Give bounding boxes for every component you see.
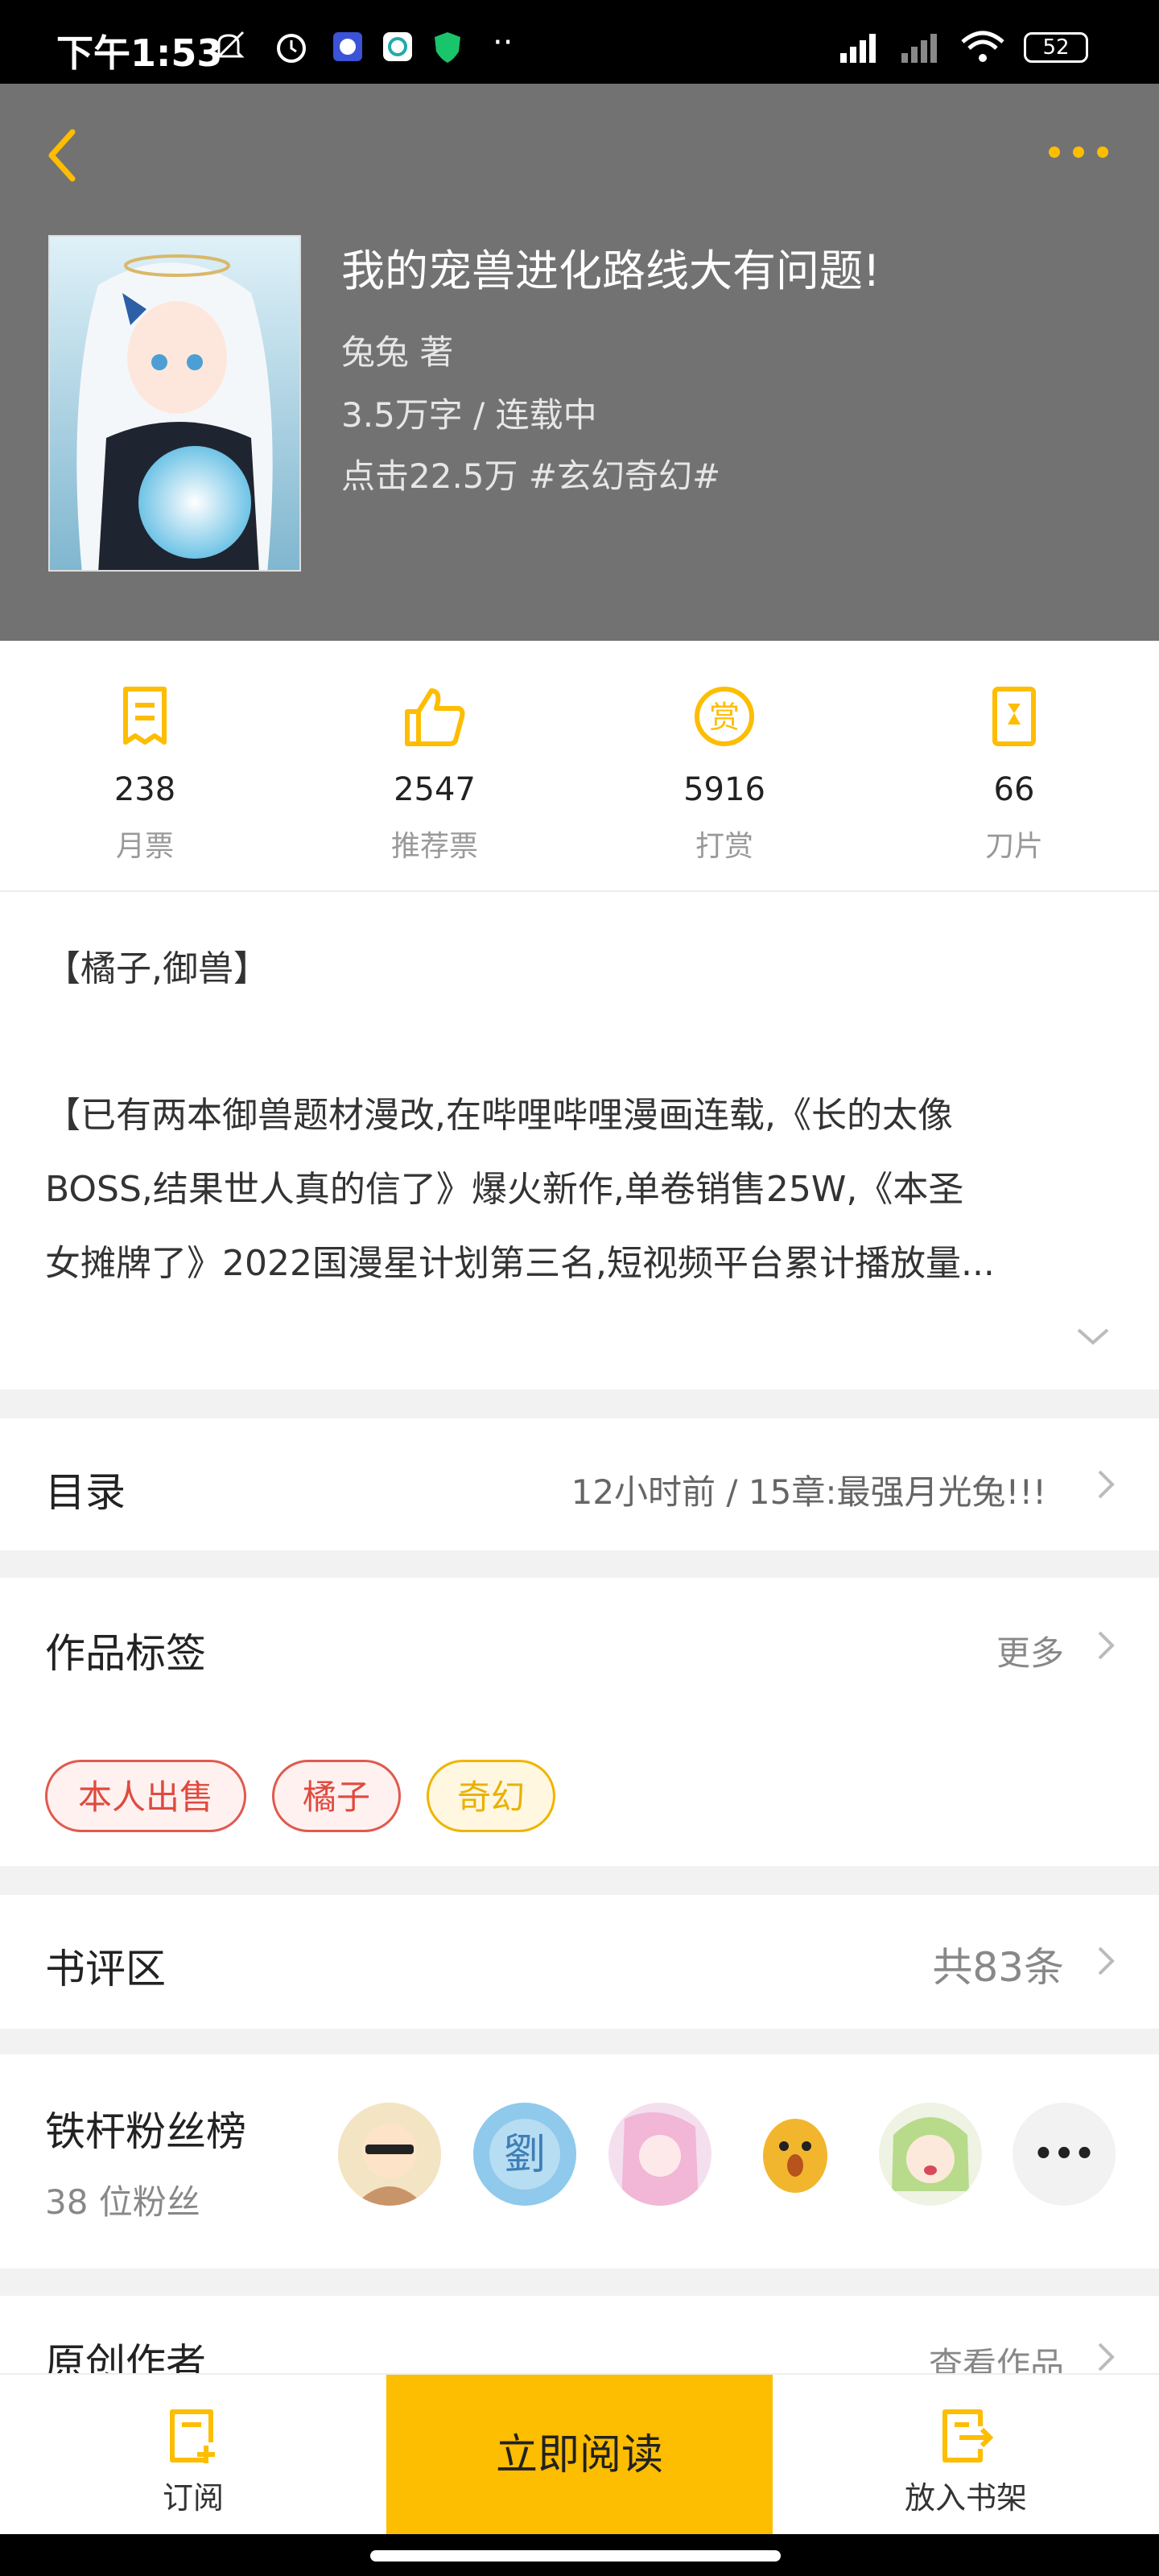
stat-blade[interactable]: 66 刀片 (869, 641, 1159, 890)
signal-weak-icon (895, 29, 948, 64)
stat-value: 2547 (394, 771, 476, 808)
tags-more-link[interactable]: 更多 (996, 1626, 1064, 1675)
reviews-title: 书评区 (45, 1946, 166, 1992)
svg-text:劉: 劉 (504, 2131, 546, 2179)
fan-avatar[interactable] (744, 2103, 847, 2206)
reward-coin-icon: 赏 (695, 687, 754, 746)
chevron-left-icon (48, 129, 76, 182)
book-word-count-status: 3.5万字 / 连载中 (341, 395, 597, 435)
app-notification-icon (380, 29, 415, 64)
more-options-button[interactable] (1046, 140, 1111, 164)
bottom-action-bar: 订阅 立即阅读 放入书架 (0, 2373, 1159, 2536)
avatar-image (608, 2103, 711, 2206)
svg-text:赏: 赏 (709, 700, 740, 735)
book-clicks-genre: 点击22.5万 #玄幻奇幻# (341, 456, 721, 496)
stats-row: 238 月票 2547 推荐票 赏 5916 打赏 66 刀片 (0, 641, 1159, 892)
avatar-image (744, 2103, 847, 2206)
ticket-icon (123, 687, 167, 745)
add-to-shelf-label: 放入书架 (904, 2480, 1027, 2516)
reviews-section[interactable]: 书评区 共83条 (0, 1895, 1159, 2029)
book-title: 我的宠兽进化路线大有问题! (341, 246, 881, 296)
fan-avatar[interactable]: 劉 (473, 2103, 576, 2206)
status-bar: 下午1:53 ·· 52 (0, 0, 1159, 84)
intro-line: 【橘子,御兽】 (45, 948, 269, 989)
read-now-button[interactable]: 立即阅读 (386, 2375, 773, 2536)
book-intro[interactable]: 【橘子,御兽】 【已有两本御兽题材漫改,在哔哩哔哩漫画连载,《长的太像 BOSS… (0, 892, 1159, 1389)
chevron-right-icon (1098, 1470, 1115, 1499)
tags-section: 作品标签 更多 本人出售 橘子 奇幻 (0, 1578, 1159, 1866)
catalog-title: 目录 (45, 1469, 126, 1516)
signal-icon (832, 29, 889, 64)
intro-line: BOSS,结果世人真的信了》爆火新作,单卷销售25W,《本圣 (45, 1169, 964, 1210)
battery-indicator: 52 (1024, 32, 1088, 63)
fan-avatar[interactable] (608, 2103, 711, 2206)
fan-avatar[interactable] (879, 2103, 982, 2206)
avatar-image (338, 2103, 441, 2206)
stat-label: 刀片 (984, 830, 1043, 863)
more-notifications-icon: ·· (493, 24, 514, 61)
intro-line: 女摊牌了》2022国漫星计划第三名,短视频平台累计播放量... (45, 1243, 995, 1284)
thumbs-up-icon (405, 688, 465, 746)
stat-label: 推荐票 (390, 830, 478, 863)
system-nav-bar (0, 2534, 1159, 2576)
reviews-count: 共83条 (932, 1944, 1064, 1991)
author-works-link[interactable]: 查看作品 (929, 2338, 1064, 2376)
shield-icon (430, 29, 465, 64)
wifi-icon (959, 29, 1006, 64)
tag-chip[interactable]: 本人出售 (45, 1760, 246, 1832)
alarm-icon (274, 29, 309, 64)
fans-section[interactable]: 铁杆粉丝榜 38 位粉丝 劉 ••• (0, 2054, 1159, 2268)
cover-illustration (50, 237, 299, 570)
subscribe-add-icon (170, 2409, 215, 2463)
book-author[interactable]: 兔兔 著 (341, 325, 453, 374)
subscribe-label: 订阅 (162, 2480, 224, 2516)
book-cover[interactable] (48, 235, 301, 572)
tag-chip[interactable]: 橘子 (272, 1760, 401, 1832)
stat-reward[interactable]: 赏 5916 打赏 (580, 641, 869, 890)
stat-value: 5916 (683, 771, 765, 808)
tags-title: 作品标签 (45, 1630, 206, 1677)
subscribe-button[interactable]: 订阅 (0, 2375, 386, 2536)
expand-chevron-down-icon[interactable] (1075, 1327, 1111, 1346)
author-section[interactable]: 原创作者 查看作品 (0, 2296, 1159, 2376)
add-to-shelf-button[interactable]: 放入书架 (773, 2375, 1159, 2536)
chevron-right-icon (1098, 1946, 1115, 1975)
stat-value: 66 (993, 771, 1035, 808)
avatar-image: 劉 (473, 2103, 576, 2206)
more-fans-button[interactable]: ••• (1013, 2103, 1116, 2206)
mute-icon (211, 29, 246, 64)
add-to-shelf-icon (942, 2409, 994, 2462)
book-header: 我的宠兽进化路线大有问题! 兔兔 著 3.5万字 / 连载中 点击22.5万 #… (0, 84, 1159, 641)
app-notification-icon (330, 29, 365, 64)
chevron-right-icon (1098, 2343, 1115, 2372)
stat-label: 月票 (115, 830, 174, 863)
avatar-image (879, 2103, 982, 2206)
back-button[interactable] (40, 119, 85, 192)
stat-label: 打赏 (695, 830, 753, 863)
tag-chip[interactable]: 奇幻 (427, 1760, 555, 1832)
status-time: 下午1:53 (56, 31, 223, 75)
tag-list: 本人出售 橘子 奇幻 (45, 1760, 1091, 1832)
catalog-latest-chapter: 12小时前 / 15章:最强月光兔!!! (571, 1472, 1046, 1512)
fans-title: 铁杆粉丝榜 (45, 2108, 246, 2155)
stat-value: 238 (113, 771, 176, 808)
fan-avatar[interactable] (338, 2103, 441, 2206)
more-dots-icon (1049, 147, 1108, 158)
blade-icon (992, 687, 1036, 746)
stat-monthly-ticket[interactable]: 238 月票 (0, 641, 290, 890)
author-title: 原创作者 (45, 2340, 206, 2376)
catalog-section[interactable]: 目录 12小时前 / 15章:最强月光兔!!! (0, 1418, 1159, 1550)
stat-recommend-ticket[interactable]: 2547 推荐票 (290, 641, 580, 890)
home-gesture-bar[interactable] (370, 2550, 781, 2562)
chevron-right-icon (1098, 1631, 1115, 1660)
intro-line: 【已有两本御兽题材漫改,在哔哩哔哩漫画连载,《长的太像 (45, 1095, 953, 1136)
fans-count: 38 位粉丝 (45, 2182, 200, 2222)
